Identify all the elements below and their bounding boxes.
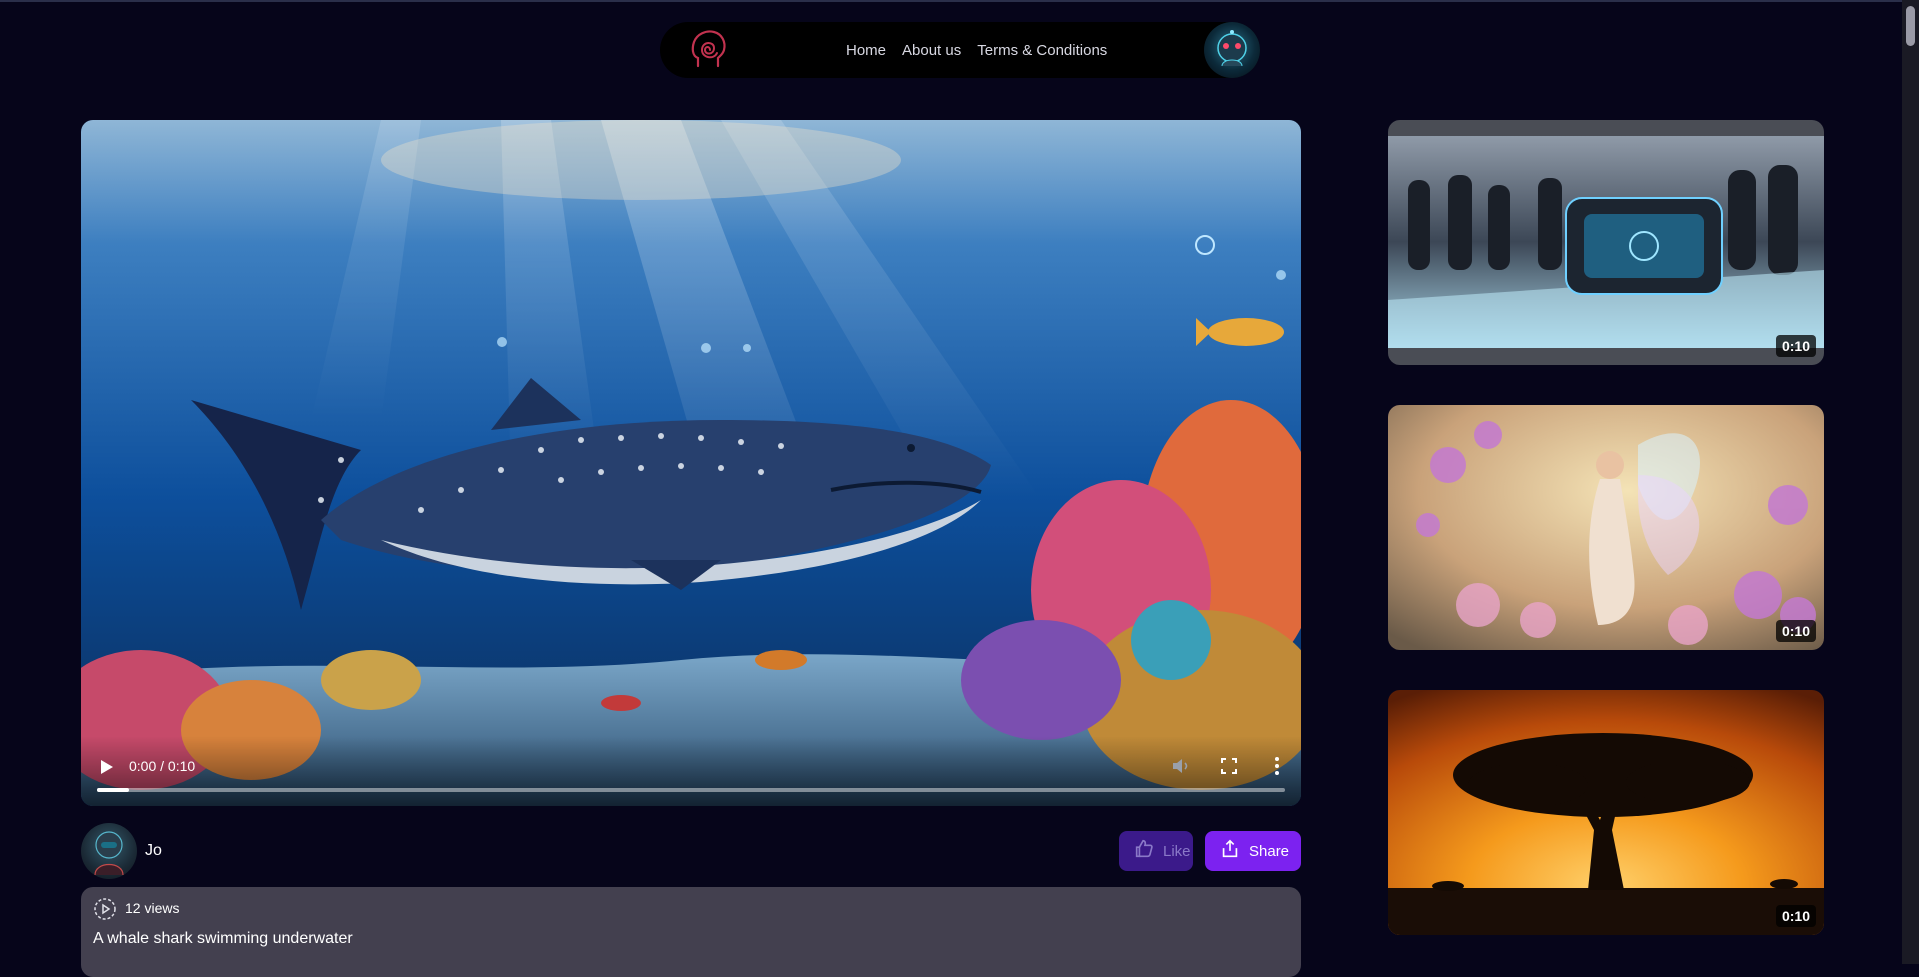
like-button[interactable]: Like xyxy=(1119,831,1193,871)
fullscreen-icon[interactable] xyxy=(1217,754,1241,778)
thumbs-up-icon xyxy=(1133,838,1155,864)
nav-link-terms[interactable]: Terms & Conditions xyxy=(977,42,1107,59)
user-avatar[interactable] xyxy=(1204,22,1260,78)
like-label: Like xyxy=(1163,842,1191,860)
progress-fill xyxy=(97,788,130,792)
video-duration: 0:10 xyxy=(1775,620,1816,642)
nav-link-about[interactable]: About us xyxy=(902,42,961,59)
video-description: A whale shark swimming underwater xyxy=(93,930,353,947)
nav-link-home[interactable]: Home xyxy=(846,42,886,59)
related-video-1[interactable]: 0:10 xyxy=(1388,120,1824,365)
scrollbar-thumb[interactable] xyxy=(1906,6,1915,46)
video-player[interactable]: 0:00 / 0:10 xyxy=(81,120,1301,806)
video-duration: 0:10 xyxy=(1775,905,1816,927)
thumbnail-device xyxy=(1388,120,1824,365)
video-duration: 0:10 xyxy=(1775,335,1816,357)
thumbnail-sunset-tree xyxy=(1388,690,1824,935)
play-circle-icon xyxy=(93,897,117,921)
brain-logo-icon[interactable] xyxy=(684,26,732,74)
author-avatar[interactable] xyxy=(81,823,137,879)
progress-bar[interactable] xyxy=(97,788,1285,792)
related-video-3[interactable]: 0:10 xyxy=(1388,690,1824,935)
author-name[interactable]: Jo xyxy=(145,842,162,860)
video-controls: 0:00 / 0:10 xyxy=(81,736,1301,806)
volume-icon[interactable] xyxy=(1169,754,1193,778)
top-border xyxy=(0,0,1919,2)
navbar: Home About us Terms & Conditions xyxy=(660,22,1260,78)
nav-links: Home About us Terms & Conditions xyxy=(846,22,1107,78)
video-frame-whale-shark xyxy=(81,120,1301,806)
share-button[interactable]: Share xyxy=(1205,831,1301,871)
video-time: 0:00 / 0:10 xyxy=(129,758,196,774)
share-label: Share xyxy=(1249,842,1290,860)
share-icon xyxy=(1219,838,1241,864)
page-scrollbar[interactable] xyxy=(1902,0,1919,964)
view-count: 12 views xyxy=(125,900,180,916)
play-icon[interactable] xyxy=(95,756,117,778)
related-video-2[interactable]: 0:10 xyxy=(1388,405,1824,650)
more-options-icon[interactable] xyxy=(1265,754,1289,778)
thumbnail-fairy xyxy=(1388,405,1824,650)
